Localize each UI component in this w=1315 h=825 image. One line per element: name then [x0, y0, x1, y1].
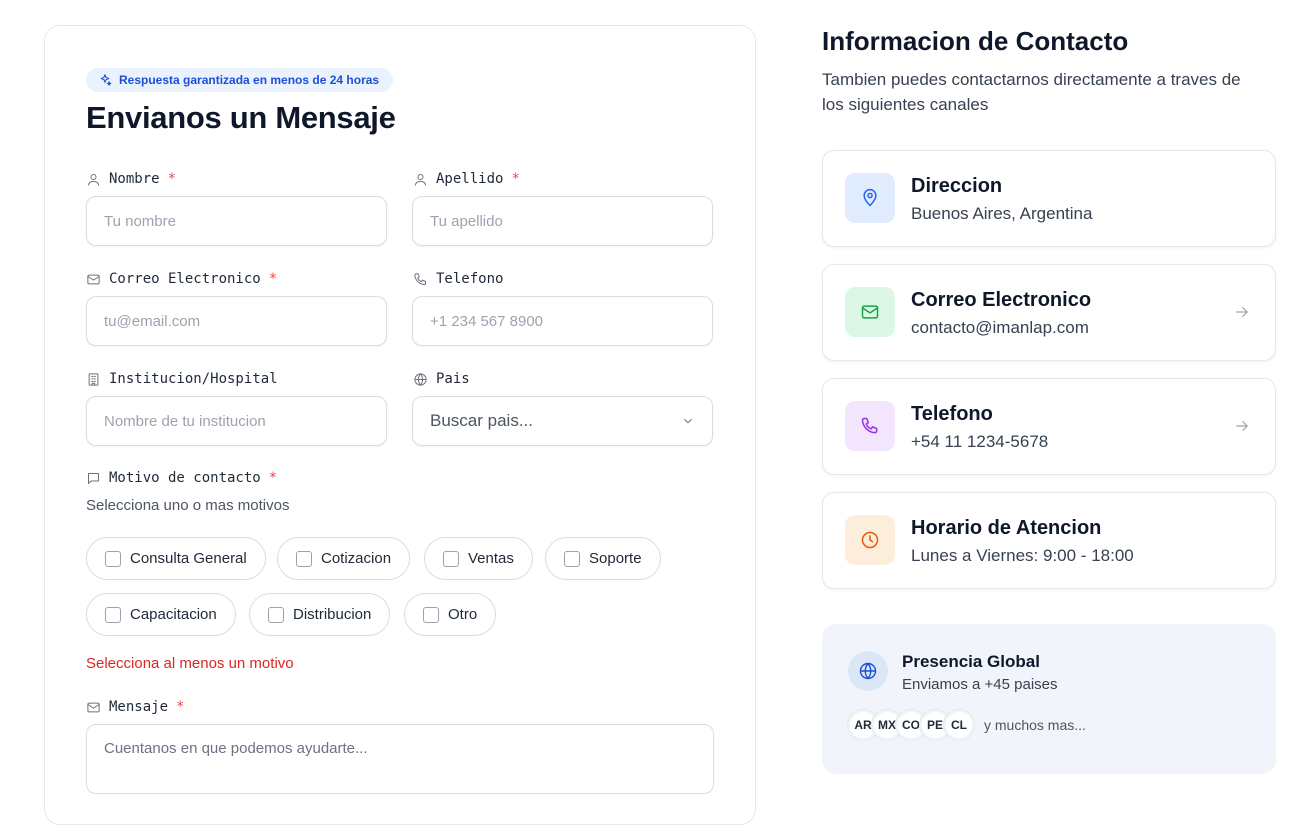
phone-placeholder: +1 234 567 8900 [430, 312, 544, 330]
contact-card-horario: Horario de Atencion Lunes a Viernes: 9:0… [822, 492, 1276, 589]
motivo-label-text: Motivo de contacto [109, 470, 261, 486]
nombre-placeholder: Tu nombre [104, 212, 176, 230]
required-marker: * [176, 699, 185, 715]
chip-label: Ventas [468, 550, 514, 567]
motivo-chip-cotizacion[interactable]: Cotizacion [277, 537, 411, 580]
motivo-chip-capacitacion[interactable]: Capacitacion [86, 593, 236, 636]
chip-label: Cotizacion [321, 550, 392, 567]
checkbox[interactable] [268, 606, 284, 623]
country-select-value: Buscar pais... [430, 411, 533, 430]
clock-icon [845, 515, 895, 565]
globe-icon [848, 651, 888, 691]
telefono-label-text: Telefono [436, 271, 504, 287]
nombre-input[interactable]: Tu nombre [86, 196, 387, 246]
phone-input[interactable]: +1 234 567 8900 [412, 296, 713, 346]
contact-card-correo[interactable]: Correo Electronico contacto@imanlap.com [822, 264, 1276, 361]
contact-info-title: Informacion de Contacto [822, 26, 1129, 56]
arrow-right-icon[interactable] [1233, 417, 1251, 435]
user-icon [415, 173, 426, 186]
card-title: Correo Electronico [911, 289, 1092, 311]
mensaje-label-text: Mensaje [109, 699, 169, 715]
required-marker: * [268, 271, 278, 287]
institucion-input[interactable]: Nombre de tu institucion [86, 396, 387, 446]
card-title: Telefono [911, 403, 993, 425]
checkbox[interactable] [564, 550, 580, 567]
global-subtitle: Enviamos a +45 paises [902, 676, 1058, 693]
sparkles-icon [100, 74, 112, 86]
mail-icon [87, 702, 100, 712]
motivo-chip-ventas[interactable]: Ventas [424, 537, 533, 580]
chip-label: Consulta General [130, 550, 247, 567]
mail-icon [845, 287, 895, 337]
correo-label: Correo Electronico * [86, 271, 277, 287]
country-select[interactable]: Buscar pais... [412, 396, 713, 446]
building-icon [88, 372, 99, 386]
arrow-right-icon[interactable] [1233, 303, 1251, 321]
checkbox[interactable] [423, 606, 439, 623]
phone-icon [414, 272, 426, 285]
country-code-badge: CL [944, 710, 974, 740]
globe-icon [414, 372, 427, 386]
contact-card-direccion: Direccion Buenos Aires, Argentina [822, 150, 1276, 247]
map-pin-icon [845, 173, 895, 223]
checkbox[interactable] [105, 606, 121, 623]
apellido-label-text: Apellido [436, 171, 504, 187]
message-placeholder: Cuentanos en que podemos ayudarte... [104, 740, 368, 757]
mensaje-label: Mensaje * [86, 699, 184, 715]
card-value: contacto@imanlap.com [911, 318, 1089, 337]
motivo-error: Selecciona al menos un motivo [86, 655, 294, 672]
motivo-hint: Selecciona uno o mas motivos [86, 497, 290, 514]
form-title: Envianos un Mensaje [86, 100, 396, 135]
phone-icon [845, 401, 895, 451]
chip-label: Capacitacion [130, 606, 217, 623]
motivo-chip-otro[interactable]: Otro [404, 593, 497, 636]
institucion-label-text: Institucion/Hospital [109, 371, 278, 387]
email-input[interactable]: tu@email.com [86, 296, 387, 346]
institucion-label: Institucion/Hospital [86, 371, 278, 387]
motivo-chip-soporte[interactable]: Soporte [545, 537, 661, 580]
email-placeholder: tu@email.com [104, 312, 201, 330]
required-marker: * [511, 171, 520, 187]
institucion-placeholder: Nombre de tu institucion [104, 412, 266, 430]
message-textarea[interactable]: Cuentanos en que podemos ayudarte... [86, 724, 714, 794]
chevron-down-icon [684, 418, 692, 424]
global-title: Presencia Global [902, 652, 1040, 671]
motivo-chip-consulta-general[interactable]: Consulta General [86, 537, 266, 580]
response-badge: Respuesta garantizada en menos de 24 hor… [86, 68, 394, 92]
correo-label-text: Correo Electronico [109, 271, 261, 287]
checkbox[interactable] [443, 550, 459, 567]
nombre-label: Nombre * [86, 171, 176, 187]
apellido-placeholder: Tu apellido [430, 212, 503, 230]
motivo-label: Motivo de contacto * [86, 470, 277, 486]
checkbox[interactable] [296, 550, 312, 567]
chip-label: Soporte [589, 550, 642, 567]
nombre-label-text: Nombre [109, 171, 160, 187]
chip-label: Distribucion [293, 606, 372, 623]
contact-card-telefono[interactable]: Telefono +54 11 1234-5678 [822, 378, 1276, 475]
card-value: +54 11 1234-5678 [911, 432, 1049, 451]
mail-icon [87, 274, 100, 284]
card-title: Direccion [911, 175, 1003, 197]
motivo-chip-distribucion[interactable]: Distribucion [249, 593, 391, 636]
card-value: Buenos Aires, Argentina [911, 204, 1093, 223]
apellido-input[interactable]: Tu apellido [412, 196, 713, 246]
checkbox[interactable] [105, 550, 121, 567]
required-marker: * [167, 171, 177, 187]
card-title: Horario de Atencion [911, 517, 1102, 539]
pais-label-text: Pais [436, 371, 470, 387]
card-value: Lunes a Viernes: 9:00 - 18:00 [911, 546, 1134, 565]
telefono-label: Telefono [413, 271, 503, 287]
badge-text: Respuesta garantizada en menos de 24 hor… [119, 73, 380, 87]
user-icon [88, 173, 99, 186]
country-codes: AR MX CO PE CL y muchos mas... [848, 710, 1086, 740]
more-countries-text: y muchos mas... [984, 717, 1086, 733]
apellido-label: Apellido * [413, 171, 520, 187]
global-presence-panel: Presencia Global Enviamos a +45 paises A… [822, 624, 1276, 774]
message-square-icon [88, 472, 99, 484]
contact-info-description: Tambien puedes contactarnos directamente… [822, 70, 1241, 114]
pais-label: Pais [413, 371, 470, 387]
required-marker: * [268, 470, 278, 486]
chip-label: Otro [448, 606, 478, 623]
